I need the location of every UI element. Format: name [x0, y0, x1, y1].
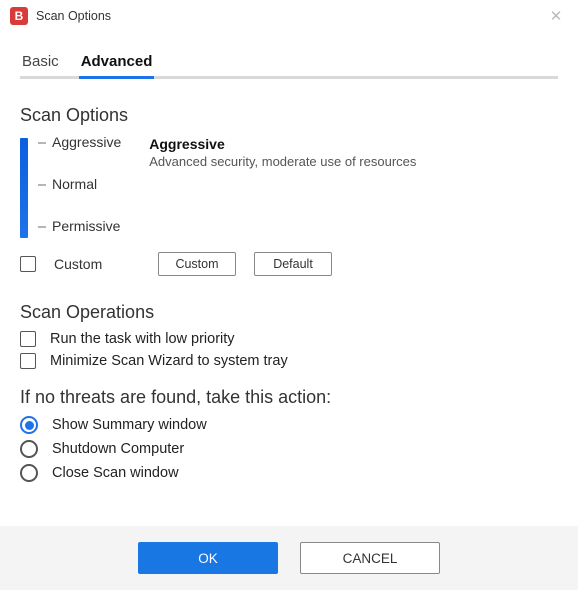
operation-row: Minimize Scan Wizard to system tray — [20, 353, 558, 369]
no-threats-option: Shutdown Computer — [20, 440, 558, 458]
radio-show-summary-label: Show Summary window — [52, 417, 207, 433]
no-threats-option: Close Scan window — [20, 464, 558, 482]
scan-options-heading: Scan Options — [20, 105, 558, 126]
low-priority-label: Run the task with low priority — [50, 331, 235, 347]
slider-level-aggressive[interactable]: Aggressive — [38, 134, 121, 150]
operation-row: Run the task with low priority — [20, 331, 558, 347]
slider-level-normal[interactable]: Normal — [38, 176, 121, 192]
title-bar: B Scan Options ✕ — [0, 0, 578, 32]
radio-close-scan[interactable] — [20, 464, 38, 482]
app-icon: B — [10, 7, 28, 25]
no-threats-option: Show Summary window — [20, 416, 558, 434]
scan-level-slider[interactable]: Aggressive Normal Permissive — [20, 134, 121, 238]
custom-label: Custom — [54, 256, 140, 272]
level-text: Advanced security, moderate use of resou… — [149, 154, 558, 169]
level-description: Aggressive Advanced security, moderate u… — [149, 134, 558, 238]
custom-checkbox[interactable] — [20, 256, 36, 272]
slider-track[interactable] — [20, 138, 28, 238]
tabs: Basic Advanced — [20, 44, 558, 79]
slider-labels: Aggressive Normal Permissive — [38, 134, 121, 234]
close-icon[interactable]: ✕ — [544, 4, 568, 28]
radio-close-scan-label: Close Scan window — [52, 465, 179, 481]
radio-show-summary[interactable] — [20, 416, 38, 434]
radio-shutdown[interactable] — [20, 440, 38, 458]
scan-operations-heading: Scan Operations — [20, 302, 558, 323]
dialog-footer: OK CANCEL — [0, 526, 578, 590]
window-title: Scan Options — [36, 9, 111, 23]
default-button[interactable]: Default — [254, 252, 332, 276]
low-priority-checkbox[interactable] — [20, 331, 36, 347]
ok-button[interactable]: OK — [138, 542, 278, 574]
level-title: Aggressive — [149, 136, 558, 152]
slider-level-permissive[interactable]: Permissive — [38, 218, 121, 234]
minimize-tray-label: Minimize Scan Wizard to system tray — [50, 353, 288, 369]
custom-button[interactable]: Custom — [158, 252, 236, 276]
tab-advanced[interactable]: Advanced — [79, 47, 155, 79]
cancel-button[interactable]: CANCEL — [300, 542, 440, 574]
minimize-tray-checkbox[interactable] — [20, 353, 36, 369]
no-threats-heading: If no threats are found, take this actio… — [20, 387, 558, 408]
tab-basic[interactable]: Basic — [20, 47, 61, 79]
radio-shutdown-label: Shutdown Computer — [52, 441, 184, 457]
